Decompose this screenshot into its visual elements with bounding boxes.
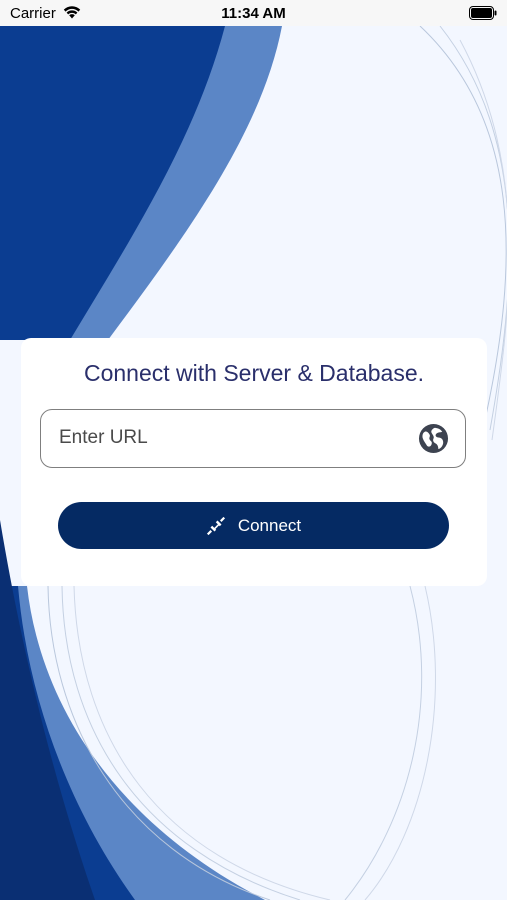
url-field[interactable] bbox=[40, 409, 466, 468]
url-input[interactable] bbox=[59, 410, 399, 466]
plug-icon bbox=[206, 516, 225, 535]
status-time: 11:34 AM bbox=[221, 5, 286, 22]
screen: Carrier 11:34 AM Connect with Server & D… bbox=[0, 0, 507, 900]
connection-card: Connect with Server & Database. Enter UR… bbox=[21, 338, 487, 586]
battery-icon bbox=[469, 6, 497, 20]
globe-icon[interactable] bbox=[418, 423, 449, 454]
connect-button[interactable]: Connect bbox=[58, 502, 449, 549]
connect-button-label: Connect bbox=[237, 515, 302, 535]
card-title: Connect with Server & Database. bbox=[83, 360, 425, 386]
status-bar: Carrier 11:34 AM bbox=[0, 0, 507, 26]
